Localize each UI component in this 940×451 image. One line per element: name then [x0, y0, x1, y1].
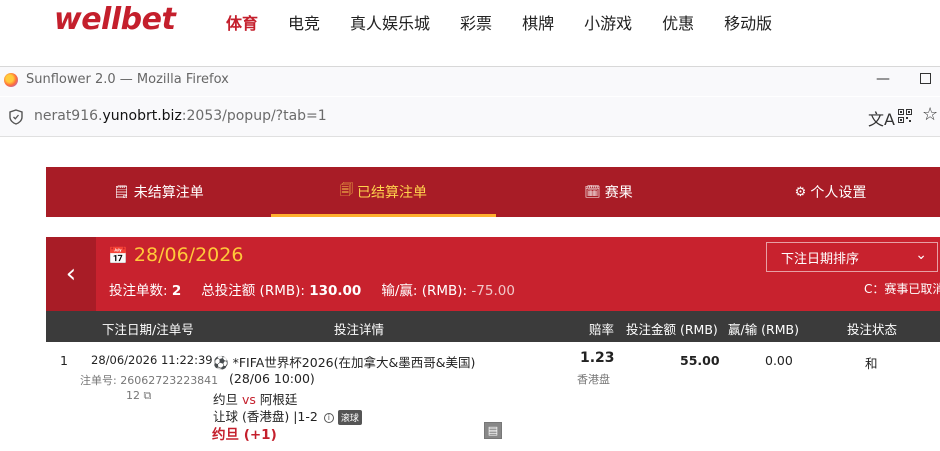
translate-icon[interactable]: 文A [868, 106, 895, 130]
col-detail: 投注详情 [334, 322, 385, 337]
bet-detail-icon[interactable]: ▤ [484, 422, 502, 439]
league-line: ⚽ *FIFA世界杯2026(在加拿大&墨西哥&美国) [213, 352, 475, 371]
sort-dropdown-value: 下注日期排序 [781, 251, 860, 267]
bet-count-stat: 投注单数: 2 [109, 279, 181, 299]
stake-value: 55.00 [680, 353, 720, 368]
tab-unsettled-label: 未结算注单 [133, 185, 204, 201]
table-row: 1 28/06/2026 11:22:39 注单号: 2606272322384… [46, 342, 940, 451]
total-stake-value: 130.00 [309, 283, 362, 299]
url-suffix: :2053/popup/?tab=1 [181, 108, 327, 124]
live-badge: 滚球 [337, 410, 362, 425]
nav-promotions[interactable]: 优惠 [662, 10, 694, 34]
info-icon[interactable]: i [323, 413, 334, 423]
nav-sports[interactable]: 体育 [226, 10, 258, 34]
date-text: 28/06/2026 [133, 244, 244, 266]
window-title: Sunflower 2.0 — Mozilla Firefox [26, 72, 229, 87]
wellbet-logo[interactable]: wellbet [54, 2, 176, 37]
url-prefix: nerat916. [34, 108, 103, 124]
nav-esports[interactable]: 电竞 [288, 10, 320, 34]
row-index: 1 [60, 353, 68, 368]
odds-type: 香港盘 [577, 373, 610, 386]
firefox-icon [4, 73, 18, 87]
live-score: 1-2 [297, 409, 318, 424]
url-domain: yunobrt.biz [102, 108, 182, 124]
col-stake: 投注金额 (RMB) [626, 322, 718, 337]
scoreboard-icon: 🗓 [584, 184, 601, 200]
nav-lottery[interactable]: 彩票 [460, 10, 492, 34]
back-chevron-icon[interactable]: ‹ [46, 237, 96, 311]
tab-settings[interactable]: ⚙ 个人设置 [721, 167, 940, 217]
soccer-ball-icon: ⚽ [213, 355, 229, 370]
tab-results[interactable]: 🗓 赛果 [496, 167, 721, 217]
col-status: 投注状态 [847, 322, 898, 337]
home-team: 约旦 [213, 392, 239, 407]
shield-icon[interactable] [9, 109, 23, 125]
bet-record-tabs: 🗒 未结算注单 🗐 已结算注单 🗓 赛果 ⚙ 个人设置 [46, 167, 940, 217]
bet-count-value: 2 [171, 283, 182, 299]
site-header: wellbet 体育 电竞 真人娱乐城 彩票 棋牌 小游戏 优惠 移动版 [0, 0, 940, 66]
away-team: 阿根廷 [259, 392, 298, 407]
nav-live-casino[interactable]: 真人娱乐城 [350, 10, 430, 34]
bet-status: 和 [865, 356, 878, 371]
cancel-legend: C：赛事已取消 [864, 282, 940, 296]
site-nav-menu: 体育 电竞 真人娱乐城 彩票 棋牌 小游戏 优惠 移动版 [226, 10, 802, 34]
col-date: 下注日期/注单号 [102, 322, 194, 337]
winloss-stat: 输/赢: (RMB): -75.00 [381, 279, 515, 299]
col-odds: 赔率 [589, 322, 615, 337]
winloss-value-row: 0.00 [765, 353, 793, 368]
bookmark-star-icon[interactable]: ☆ [922, 104, 938, 125]
copy-icon[interactable]: ⧉ [144, 389, 152, 402]
total-stake-stat: 总投注额 (RMB): 130.00 [201, 279, 361, 299]
market-type: 让球 (香港盘) [213, 409, 290, 424]
tab-settings-label: 个人设置 [810, 185, 867, 201]
tab-results-label: 赛果 [604, 185, 633, 201]
vs-text: vs [242, 392, 256, 407]
chevron-down-icon: ⌄ [915, 247, 927, 263]
document-icon: 🗒 [113, 184, 130, 200]
settled-summary: ‹ 📅 28/06/2026 投注单数: 2 总投注额 (RMB): 130.00… [46, 237, 940, 311]
match-time: (28/06 10:00) [229, 371, 315, 386]
qr-code-icon[interactable] [898, 109, 912, 123]
bet-count-label: 投注单数: [109, 283, 168, 299]
winloss-label: 输/赢: (RMB): [381, 283, 468, 299]
winloss-value: -75.00 [471, 283, 515, 299]
nav-mini-games[interactable]: 小游戏 [584, 10, 632, 34]
sort-dropdown[interactable]: 下注日期排序 ⌄ [766, 242, 938, 272]
minimize-icon[interactable]: — [876, 71, 890, 87]
summary-date: 📅 28/06/2026 [108, 244, 243, 266]
selection: 约旦 (+1) [212, 427, 277, 443]
bet-datetime: 28/06/2026 11:22:39 [91, 353, 213, 367]
tab-unsettled[interactable]: 🗒 未结算注单 [46, 167, 271, 217]
url-text[interactable]: nerat916.yunobrt.biz:2053/popup/?tab=1 [34, 108, 327, 124]
total-stake-label: 总投注额 (RMB): [201, 283, 305, 299]
col-winloss: 赢/输 (RMB) [728, 322, 799, 337]
nav-chess-cards[interactable]: 棋牌 [522, 10, 554, 34]
documents-icon: 🗐 [340, 183, 353, 198]
bet-number-tail-text: 12 [126, 389, 140, 402]
tab-settled[interactable]: 🗐 已结算注单 [271, 167, 496, 217]
gear-icon: ⚙ [794, 184, 807, 200]
odds-value: 1.23 [580, 350, 615, 366]
league-name: *FIFA世界杯2026(在加拿大&墨西哥&美国) [232, 355, 476, 370]
calendar-icon: 📅 [108, 246, 128, 265]
tab-settled-label: 已结算注单 [357, 185, 427, 201]
maximize-icon[interactable] [920, 73, 931, 84]
table-header: 下注日期/注单号 投注详情 赔率 投注金额 (RMB) 赢/输 (RMB) 投注… [46, 311, 940, 342]
summary-stats: 投注单数: 2 总投注额 (RMB): 130.00 输/赢: (RMB): -… [109, 279, 535, 299]
bet-number: 注单号: 26062723223841 [80, 374, 219, 387]
bet-number-tail: 12 ⧉ [126, 389, 151, 403]
nav-mobile[interactable]: 移动版 [724, 10, 772, 34]
